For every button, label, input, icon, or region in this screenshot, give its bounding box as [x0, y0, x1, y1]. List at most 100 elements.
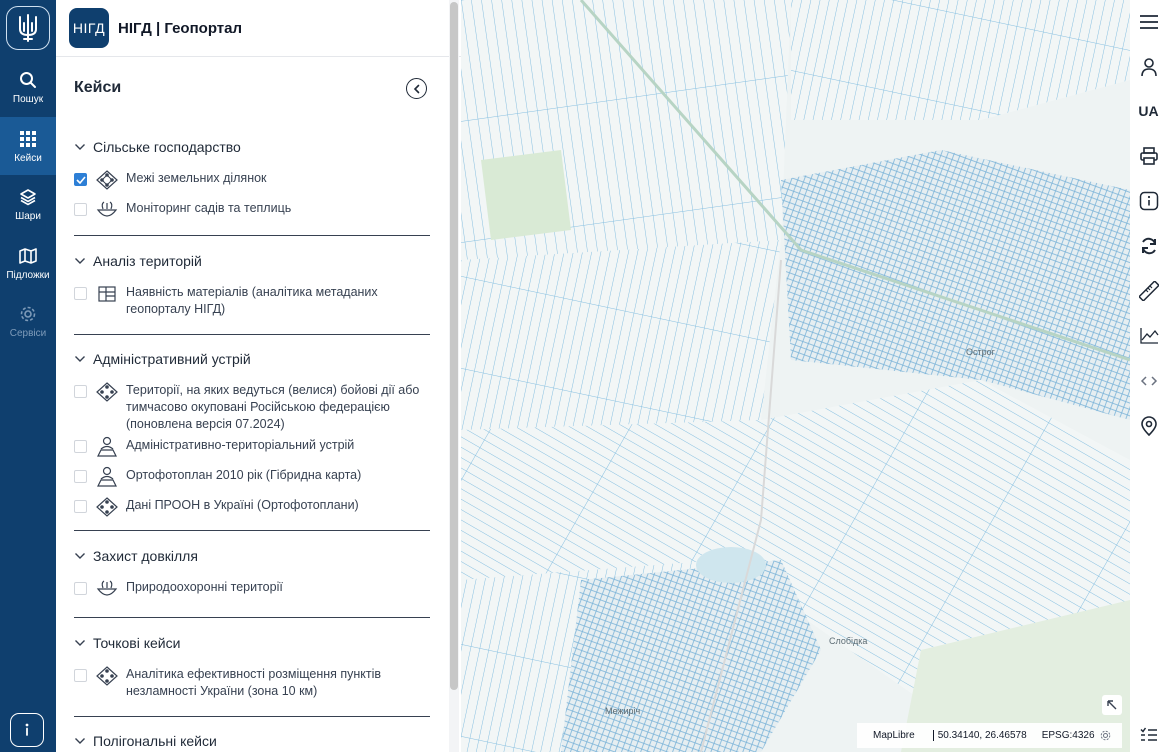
print-button[interactable] — [1130, 141, 1167, 171]
measure-button[interactable] — [1130, 276, 1167, 306]
section-header[interactable]: Аналіз територій — [74, 251, 430, 271]
case-item[interactable]: Аналітика ефективності розміщення пункті… — [74, 666, 430, 700]
table-icon — [95, 284, 119, 304]
section-polygon-cases: Полігональні кейси — [74, 731, 430, 751]
refresh-button[interactable] — [1130, 231, 1167, 261]
parcel-network-icon — [95, 666, 119, 686]
section-header[interactable]: Точкові кейси — [74, 633, 430, 653]
brand-logo[interactable]: НІГД — [69, 8, 109, 48]
section-admin-structure: Адміністративний устрій Території, на як… — [74, 349, 430, 517]
coat-of-arms-logo[interactable] — [6, 6, 50, 50]
swipe-button[interactable] — [1130, 366, 1167, 396]
rail-search-button[interactable]: Пошук — [0, 58, 56, 116]
language-button[interactable]: UA — [1130, 96, 1167, 126]
rail-services-button[interactable]: Сервіси — [0, 292, 56, 350]
right-toolbar: UA — [1130, 0, 1167, 752]
section-header[interactable]: Полігональні кейси — [74, 731, 430, 751]
section-header[interactable]: Сільське господарство — [74, 137, 430, 157]
refresh-icon — [1141, 237, 1156, 255]
section-divider — [74, 530, 430, 531]
case-label: Адміністративно-територіальний устрій — [126, 438, 355, 452]
checkbox[interactable] — [74, 470, 87, 483]
cases-panel: НІГД НІГД | Геопортал Кейси Сільське гос… — [56, 0, 461, 752]
crs-settings-icon[interactable] — [1100, 730, 1111, 741]
rail-cases-label: Кейси — [14, 153, 42, 164]
parcel-network-icon — [95, 382, 119, 402]
search-icon — [19, 69, 37, 91]
section-point-cases: Точкові кейси Аналітика ефективності роз… — [74, 633, 430, 700]
layers-icon — [19, 186, 37, 208]
case-item[interactable]: Ортофотоплан 2010 рік (Гібридна карта) — [74, 466, 430, 487]
section-label: Сільське господарство — [93, 139, 241, 155]
case-label: Моніторинг садів та теплиць — [126, 201, 292, 215]
section-header[interactable]: Адміністративний устрій — [74, 349, 430, 369]
checkbox[interactable] — [74, 582, 87, 595]
chevron-down-icon — [74, 257, 88, 265]
case-label: Межі земельних ділянок — [126, 171, 267, 185]
person-map-icon — [95, 436, 119, 457]
location-button[interactable] — [1130, 411, 1167, 441]
case-item[interactable]: Моніторинг садів та теплиць — [74, 200, 430, 220]
map-canvas[interactable]: Острог Слобідка Межиріч MapLibre 50.3414… — [461, 0, 1130, 752]
printer-icon — [1139, 147, 1158, 165]
section-environment: Захист довкілля Природоохоронні територі… — [74, 546, 430, 599]
panel-title: Кейси — [74, 79, 122, 96]
checkbox[interactable] — [74, 500, 87, 513]
section-header[interactable]: Захист довкілля — [74, 546, 430, 566]
collapse-panel-button[interactable] — [406, 78, 427, 99]
ruler-icon — [1138, 281, 1159, 301]
info-button[interactable] — [1130, 186, 1167, 216]
section-label: Адміністративний устрій — [93, 351, 251, 367]
case-label: Наявність матеріалів (аналітика метадани… — [126, 285, 378, 316]
section-divider — [74, 334, 430, 335]
panel-scrollbar[interactable] — [449, 0, 459, 752]
case-label: Дані ПРООН в Україні (Ортофотоплани) — [126, 498, 359, 512]
chevron-down-icon — [74, 737, 88, 745]
case-label: Території, на яких ведуться (велися) бой… — [126, 383, 420, 431]
case-item[interactable]: Природоохоронні території — [74, 579, 430, 599]
scrollbar-thumb[interactable] — [450, 2, 458, 690]
person-map-icon — [95, 466, 119, 487]
chevron-down-icon — [74, 639, 88, 647]
case-item[interactable]: Наявність матеріалів (аналітика метадани… — [74, 284, 430, 318]
fullscreen-button[interactable] — [1102, 695, 1122, 715]
info-icon — [1139, 191, 1158, 211]
rail-search-label: Пошук — [12, 94, 44, 105]
list-icon — [1139, 727, 1157, 741]
case-item[interactable]: Дані ПРООН в Україні (Ортофотоплани) — [74, 497, 430, 517]
arrow-up-left-icon — [1107, 700, 1117, 710]
rail-cases-button[interactable]: Кейси — [0, 117, 56, 175]
map-icon — [19, 245, 37, 267]
crs-label: EPSG:4326 — [1041, 730, 1095, 741]
case-item[interactable]: Межі земельних ділянок — [74, 170, 430, 190]
legend-button[interactable] — [1130, 720, 1167, 750]
map-label-town1: Острог — [966, 347, 996, 357]
menu-icon — [1139, 15, 1158, 29]
left-nav-rail: Пошук Кейси Шари Підложки Сервіси — [0, 0, 56, 752]
gear-icon — [19, 303, 37, 325]
checkbox[interactable] — [74, 385, 87, 398]
maplibre-attribution[interactable]: MapLibre — [873, 730, 915, 741]
case-item[interactable]: Адміністративно-територіальний устрій — [74, 436, 430, 457]
case-label: Аналітика ефективності розміщення пункті… — [126, 667, 382, 698]
checkbox[interactable] — [74, 287, 87, 300]
case-item[interactable]: Території, на яких ведуться (велися) бой… — [74, 382, 430, 433]
checkbox[interactable] — [74, 669, 87, 682]
rail-info-button[interactable] — [10, 713, 44, 747]
checkbox-checked[interactable] — [74, 173, 87, 186]
chevron-down-icon — [74, 355, 88, 363]
rail-layers-button[interactable]: Шари — [0, 175, 56, 233]
section-territory-analysis: Аналіз територій Наявність матеріалів (а… — [74, 251, 430, 318]
checkbox[interactable] — [74, 203, 87, 216]
checkbox[interactable] — [74, 440, 87, 453]
case-label: Ортофотоплан 2010 рік (Гібридна карта) — [126, 468, 362, 482]
elevation-profile-button[interactable] — [1130, 321, 1167, 351]
map-label-town3: Межиріч — [605, 706, 641, 716]
location-pin-icon — [1140, 416, 1157, 436]
panel-body: Кейси Сільське господарство Межі земельн… — [56, 57, 448, 752]
section-agriculture: Сільське господарство Межі земельних діл… — [74, 137, 430, 220]
rail-basemaps-button[interactable]: Підложки — [0, 234, 56, 292]
bowl-plant-icon — [95, 579, 119, 599]
menu-button[interactable] — [1130, 7, 1167, 37]
user-button[interactable] — [1130, 52, 1167, 82]
